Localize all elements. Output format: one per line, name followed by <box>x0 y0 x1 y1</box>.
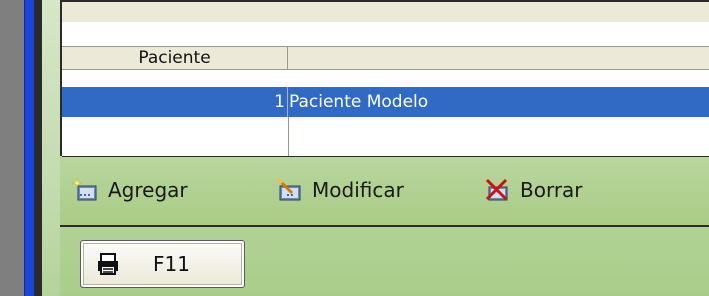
patient-name-cell[interactable]: Paciente Modelo <box>289 87 428 117</box>
add-record-icon <box>72 177 97 201</box>
record-toolbar: Agregar Modificar Borrar <box>60 157 709 227</box>
grid-header: Paciente <box>62 46 709 70</box>
empty-row[interactable] <box>62 117 709 156</box>
printer-icon <box>98 253 118 275</box>
print-button[interactable]: F11 <box>80 240 245 288</box>
print-button-label: F11 <box>153 252 190 276</box>
add-label: Agregar <box>108 178 188 202</box>
left-dark-strip <box>34 0 42 296</box>
left-gray-strip <box>0 0 24 296</box>
delete-record-icon <box>485 178 508 201</box>
column-header-paciente[interactable]: Paciente <box>62 47 288 69</box>
table-row[interactable]: 1 Paciente Modelo <box>62 87 709 117</box>
left-green-strip <box>42 0 60 296</box>
column-divider <box>288 117 289 156</box>
row-number-cell[interactable]: 1 <box>62 87 288 117</box>
delete-label: Borrar <box>520 178 583 202</box>
add-button[interactable]: Agregar <box>72 175 188 205</box>
grid-top-area <box>62 2 709 22</box>
edit-label: Modificar <box>312 178 404 202</box>
app-window: Paciente 1 Paciente Modelo Agregar Modif… <box>0 0 709 296</box>
patients-grid[interactable]: Paciente 1 Paciente Modelo <box>60 0 709 158</box>
left-blue-strip <box>24 0 34 296</box>
edit-record-icon <box>276 177 301 201</box>
edit-button[interactable]: Modificar <box>276 175 404 205</box>
delete-button[interactable]: Borrar <box>484 175 583 205</box>
